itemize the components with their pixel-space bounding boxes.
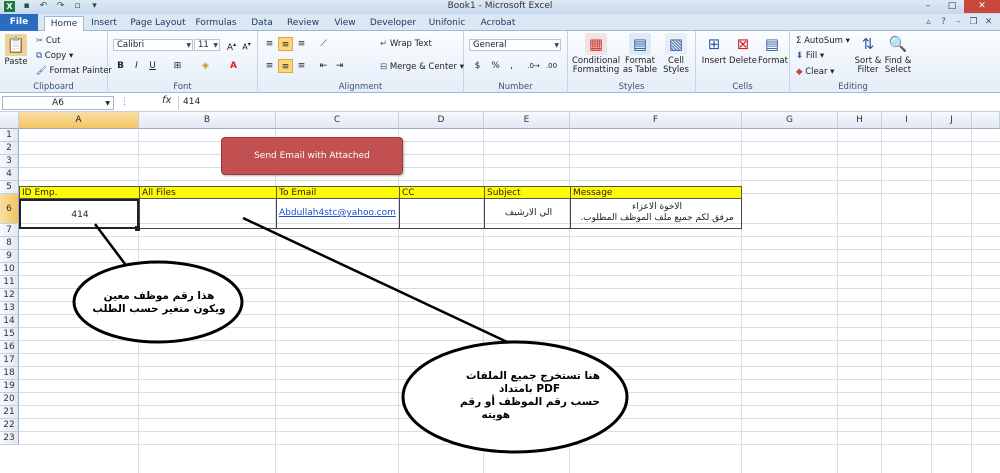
right-callout-line-4: هويته [481, 409, 510, 421]
left-callout-text: هذا رقم موظف معين ويكون متغير حسب الطلب [84, 290, 234, 316]
left-callout-line-1: هذا رقم موظف معين [103, 290, 215, 302]
left-callout-line-2: ويكون متغير حسب الطلب [92, 303, 226, 315]
left-arrow-line [94, 223, 129, 269]
excel-window: X ▪ ↶ ↷ ▫ ▾ Book1 - Microsoft Excel – □ … [0, 0, 1000, 473]
right-callout-line-1: هنا تستخرج جميع الملفات [465, 370, 600, 382]
right-callout-line-2: PDF بامتداد [499, 383, 560, 395]
right-callout-line-3: حسب رقم الموظف أو رقم [460, 396, 600, 408]
right-arrow-line [242, 216, 521, 350]
right-callout-text: هنا تستخرج جميع الملفات PDF بامتداد حسب … [440, 370, 600, 422]
send-email-button[interactable]: Send Email with Attached [221, 137, 403, 175]
